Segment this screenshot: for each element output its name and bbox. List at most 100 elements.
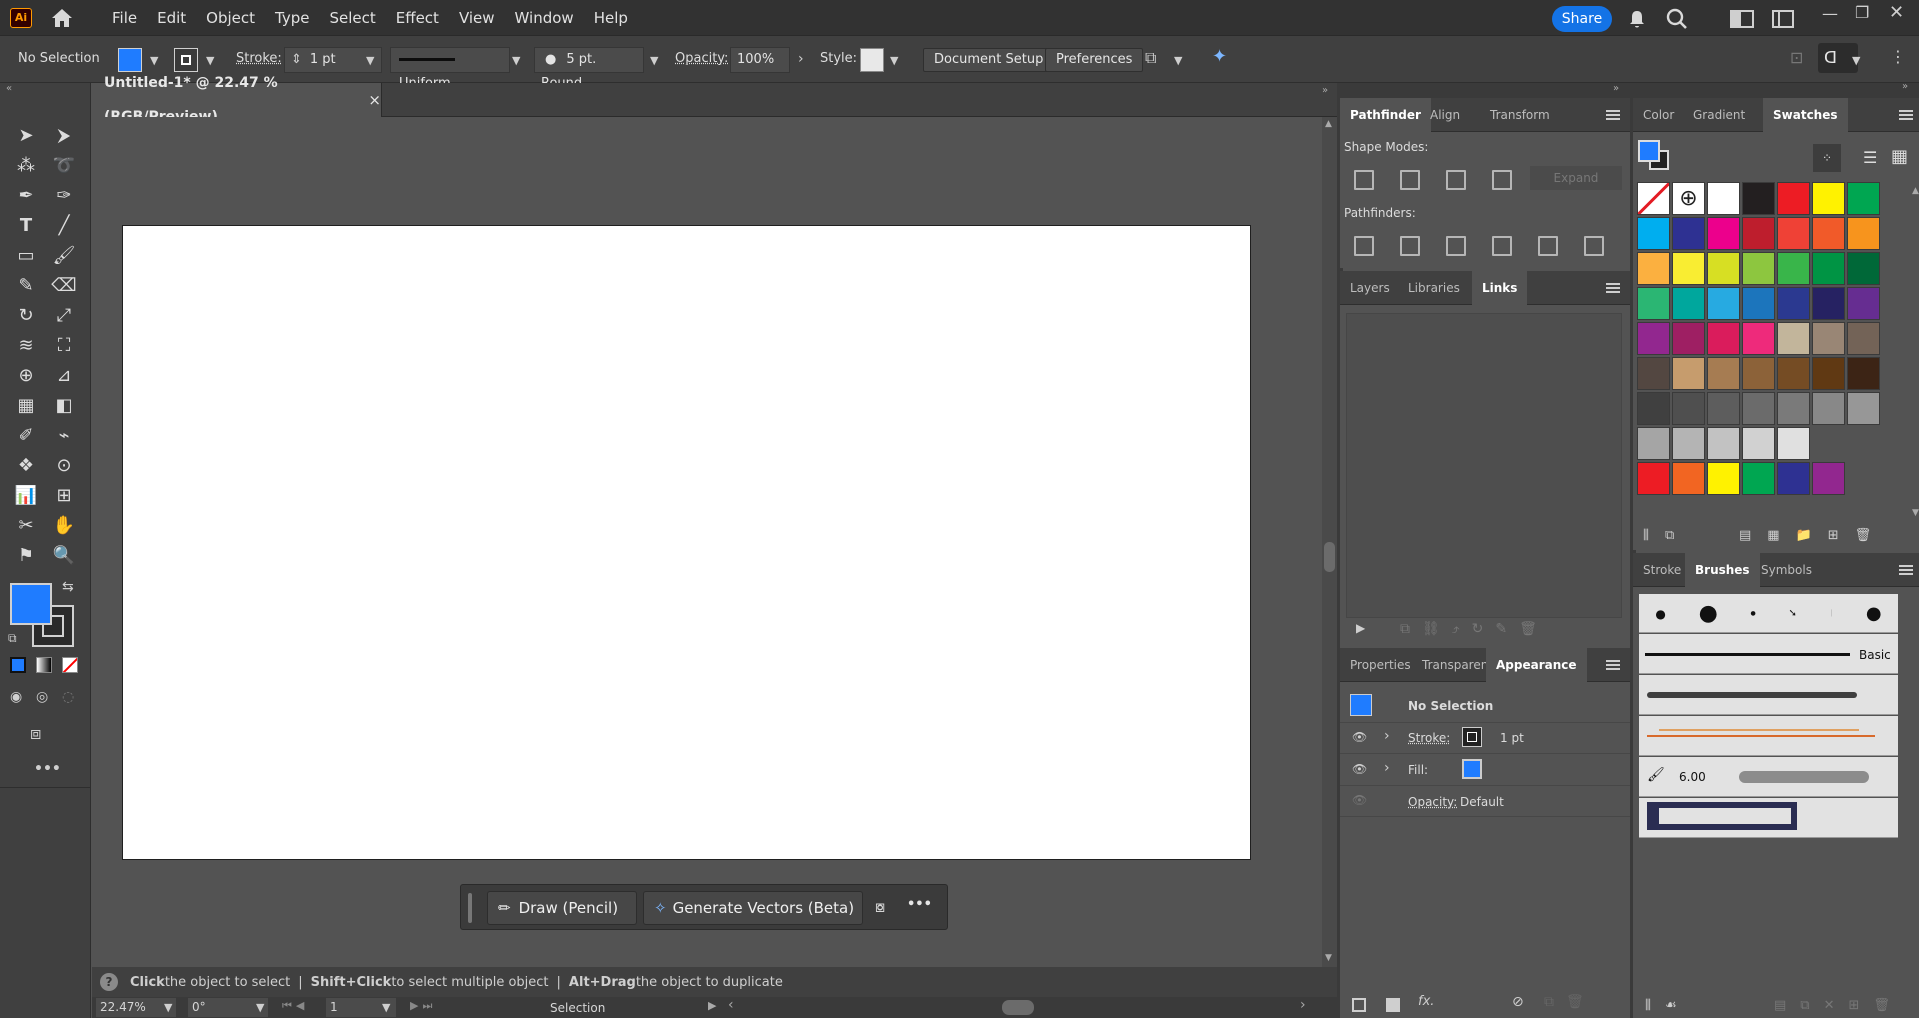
fill-color-box[interactable] [10,583,52,625]
curvature-tool-icon[interactable]: ✑ [50,183,78,209]
swatch[interactable] [1847,217,1880,250]
swatch[interactable] [1847,322,1880,355]
draw-inside-icon[interactable]: ◌ [62,689,74,705]
menu-view[interactable]: View [449,0,505,36]
minimize-icon[interactable]: — [1822,4,1838,23]
swatch-action-icons[interactable]: ▤▦📁⊞🗑 [1739,528,1887,543]
unite-icon[interactable] [1354,170,1374,190]
swatch[interactable] [1812,252,1845,285]
swatch[interactable] [1637,252,1670,285]
duplicate-delete-icons[interactable]: ⧉🗑 [1544,994,1596,1010]
swatch[interactable] [1847,357,1880,390]
chevron-down-icon[interactable]: ▼ [382,1001,390,1014]
swatch[interactable] [1742,322,1775,355]
draw-pencil-button[interactable]: ✏ Draw (Pencil) [487,891,637,925]
graphic-style-swatch[interactable] [860,48,884,72]
swatch[interactable] [1847,392,1880,425]
more-vertical-icon[interactable]: ⋮ [1890,47,1906,66]
gradient-tool-icon[interactable]: ◧ [50,393,78,419]
menu-help[interactable]: Help [584,0,638,36]
home-icon[interactable] [48,6,76,30]
appearance-fill-label[interactable]: Fill: [1408,763,1428,777]
swatch[interactable] [1672,287,1705,320]
help-icon[interactable]: ? [100,973,118,991]
tab-transparency[interactable]: Transparen [1412,648,1486,682]
play-icon[interactable]: ▶ [708,999,716,1012]
swatch[interactable] [1777,322,1810,355]
document-tab[interactable]: Untitled-1* @ 22.47 % (RGB/Preview) × [92,75,382,125]
basic-brush[interactable]: Basic [1639,634,1898,674]
close-tab-icon[interactable]: × [368,83,381,117]
shape-builder-tool-icon[interactable]: ⊕ [12,363,40,389]
column-graph-tool-icon[interactable]: 📊 [12,483,40,509]
menu-file[interactable]: File [102,0,147,36]
swatch[interactable] [1637,287,1670,320]
variable-width-profile[interactable]: Uniform [390,47,510,91]
scroll-down-icon[interactable]: ▼ [1325,953,1332,963]
chevron-down-icon[interactable]: ▼ [890,54,898,67]
brush-definition[interactable]: ●5 pt. Round [534,47,644,91]
swatch[interactable] [1812,357,1845,390]
pen-tool-icon[interactable]: ✒ [12,183,40,209]
rectangle-tool-icon[interactable]: ▭ [12,243,40,269]
swatch[interactable] [1707,252,1740,285]
artboard-next-icons[interactable]: ▶⏭ [410,999,436,1013]
stroke-label[interactable]: Stroke: [236,51,282,66]
swatch[interactable] [1672,252,1705,285]
share-button[interactable]: Share [1552,6,1612,32]
workspace-icon[interactable] [1772,10,1794,28]
chevron-down-icon[interactable]: ▼ [1852,54,1860,67]
image-settings-icon[interactable]: ⧇ [875,897,885,917]
swatch[interactable] [1637,357,1670,390]
swatch[interactable] [1672,462,1705,495]
scroll-up-icon[interactable]: ▲ [1325,119,1332,129]
panel-menu-icon[interactable] [1899,110,1913,120]
search-icon[interactable] [1665,7,1689,31]
trim-icon[interactable] [1400,236,1420,256]
swatch[interactable] [1707,357,1740,390]
measure-tool-icon[interactable]: ⌁ [50,423,78,449]
swatch[interactable] [1812,392,1845,425]
scroll-right-icon[interactable]: › [1300,997,1306,1013]
vertical-scrollbar[interactable]: ▲ ▼ [1322,117,1337,967]
appearance-fill-swatch[interactable] [1462,759,1482,779]
restore-icon[interactable]: ❐ [1855,3,1869,22]
type-tool-icon[interactable]: T [12,213,40,239]
intersect-icon[interactable] [1446,170,1466,190]
opacity-label[interactable]: Opacity: [675,51,728,66]
free-transform-tool-icon[interactable]: ⛶ [50,333,78,359]
panel-menu-icon[interactable] [1606,283,1620,293]
clear-appearance-icon[interactable]: ⊘ [1512,994,1524,1010]
swatch[interactable] [1672,392,1705,425]
swatch[interactable] [1672,427,1705,460]
recolor-icon[interactable]: ✦ [1212,46,1227,67]
swatch[interactable] [1812,287,1845,320]
panel-menu-icon[interactable] [1606,110,1620,120]
add-effect-icon[interactable]: fx. [1418,994,1434,1009]
opacity-field[interactable]: 100% [730,47,790,73]
chevron-down-icon[interactable]: ▼ [164,1001,172,1014]
bristle-brush[interactable]: 🖌 6.00 [1639,757,1898,797]
collapse-icon[interactable]: » [1613,83,1619,94]
blend-tool-icon[interactable]: ❖ [12,453,40,479]
tab-stroke[interactable]: Stroke [1633,553,1691,587]
zoom-tool-icon[interactable]: 🔍 [50,543,78,569]
color-mode-icon[interactable] [10,657,26,673]
divide-icon[interactable] [1354,236,1374,256]
hand-tool-icon[interactable]: ✋ [50,513,78,539]
play-icon[interactable]: ▶ [1356,621,1365,635]
tab-pathfinder[interactable]: Pathfinder [1340,98,1431,132]
swatch[interactable] [1812,182,1845,215]
swatch[interactable] [1742,462,1775,495]
visibility-eye-icon[interactable]: 👁 [1352,793,1367,807]
scroll-left-icon[interactable]: ‹ [728,997,734,1013]
tab-swatches[interactable]: Swatches [1763,98,1848,132]
stepper-icon[interactable]: ⇕ [291,52,302,67]
swatch[interactable] [1637,392,1670,425]
draw-behind-icon[interactable]: ◎ [36,689,48,705]
minus-back-icon[interactable] [1584,236,1604,256]
collapse-icon[interactable]: » [1322,85,1328,96]
appearance-stroke-label[interactable]: Stroke: [1408,731,1450,745]
scroll-thumb[interactable] [1324,542,1335,572]
swatch[interactable] [1742,182,1775,215]
